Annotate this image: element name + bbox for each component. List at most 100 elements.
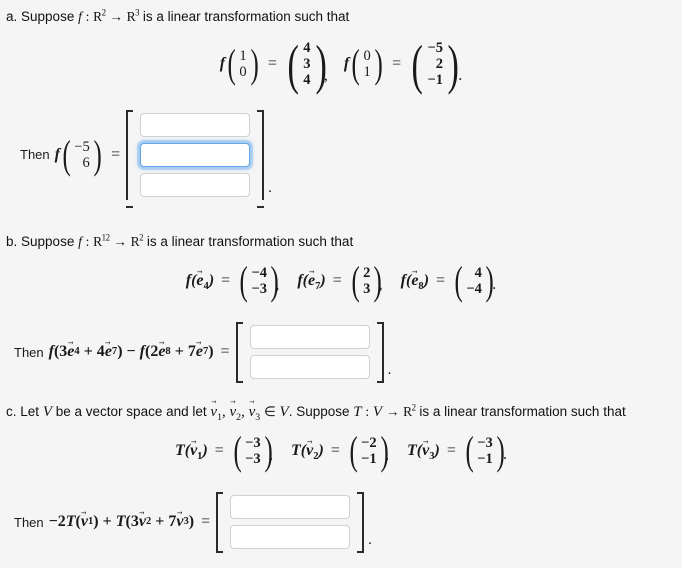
part-c-given-2-fn: T(v2) bbox=[291, 442, 324, 462]
part-c-answer-equals: = bbox=[201, 513, 211, 530]
part-b-answer-equals: = bbox=[220, 343, 230, 360]
part-a-prompt-pre: Suppose bbox=[21, 9, 75, 24]
part-c-given-1-output: ( −3 −3 ) bbox=[233, 428, 273, 473]
part-b-function-name: f bbox=[78, 234, 82, 249]
part-b-prompt-pre: Suppose bbox=[21, 234, 75, 249]
part-c-given-3-output: ( −3 −1 ) bbox=[465, 428, 505, 473]
part-a-given-2-equals: = bbox=[392, 55, 402, 73]
right-bracket bbox=[355, 492, 365, 552]
part-b-given-3: f(e8) = ( 4 −4 ) . bbox=[401, 258, 497, 303]
e-vector-arrow-icon: e bbox=[411, 272, 418, 290]
v-vector-arrow-icon: v bbox=[230, 403, 237, 423]
v-vector-arrow-icon: v bbox=[176, 513, 183, 531]
part-a-answer-trailing: . bbox=[268, 180, 272, 196]
part-c-membership: ∈ bbox=[263, 404, 276, 419]
left-bracket bbox=[216, 492, 225, 552]
part-b-answer-input-2[interactable] bbox=[249, 355, 370, 379]
part-a-answer-expression: f ( −5 6 ) bbox=[55, 131, 104, 177]
part-b-given-1-fn: f(e4) bbox=[186, 272, 214, 292]
part-b-answer-row: Then f(3e4 + 4e7) − f(2e8 + 7e7) = . bbox=[14, 322, 391, 382]
part-b-given-1: f(e4) = ( −4 −3 ) , bbox=[186, 261, 282, 301]
part-c-answer-trailing: . bbox=[368, 532, 372, 548]
part-b-given-3-output: ( 4 −4 ) bbox=[454, 258, 494, 303]
part-c-answer-input-2[interactable] bbox=[230, 525, 351, 549]
part-b-answer-boxes bbox=[245, 322, 375, 382]
part-c-answer-boxes bbox=[225, 492, 355, 552]
part-c-prompt-text-2: be a vector space and let bbox=[55, 404, 207, 419]
part-a-answer-boxes bbox=[135, 110, 255, 200]
part-c-codomain: R2 bbox=[403, 402, 416, 419]
part-b-answer-input-1[interactable] bbox=[249, 325, 370, 349]
part-a-answer-input-3[interactable] bbox=[140, 173, 251, 197]
part-a-prompt-post: is a linear transformation such that bbox=[142, 9, 350, 24]
part-c-given-1-fn: T(v1) bbox=[175, 442, 208, 462]
part-a-answer-input-1[interactable] bbox=[140, 113, 251, 137]
part-c-label: c. bbox=[6, 404, 17, 419]
part-c-answer-input-1[interactable] bbox=[230, 495, 351, 519]
part-a-answer-input: ( −5 6 ) bbox=[62, 131, 102, 177]
part-b-answer-trailing: . bbox=[387, 362, 392, 378]
part-b-codomain: R2 bbox=[130, 232, 144, 249]
part-a-given-2: f ( 0 1 ) = ( −5 2 −1) . bbox=[344, 37, 463, 92]
part-b-domain: R12 bbox=[93, 232, 110, 249]
part-a-answer-matrix bbox=[126, 110, 265, 200]
part-a-given-1-equals: = bbox=[267, 55, 277, 73]
part-b-prompt-post: is a linear transformation such that bbox=[146, 234, 354, 249]
part-a-answer-input-2[interactable] bbox=[140, 143, 251, 167]
part-a-colon: : bbox=[85, 9, 90, 24]
part-a-answer-row: Then f ( −5 6 ) = . bbox=[20, 110, 272, 200]
v-vector-arrow-icon: v bbox=[190, 442, 197, 460]
part-a-answer-equals: = bbox=[111, 145, 121, 163]
part-a-givens: f ( 1 0 ) = ( 4 3 4 ) , f (0 1) = (−5… bbox=[0, 33, 682, 95]
part-c-answer-label: Then −2T(v1) + T(3v2 + 7v3) = bbox=[14, 513, 216, 531]
part-c-given-3: T(v3) = ( −3 −1 ) . bbox=[407, 428, 507, 473]
part-c-space-symbol: V bbox=[42, 404, 52, 420]
part-c-then-word: Then bbox=[14, 514, 44, 530]
part-b-given-2: f(e7) = ( 2 3 ) , bbox=[297, 258, 384, 303]
right-bracket bbox=[375, 322, 384, 382]
part-b-prompt: b. Suppose f : R12 → R2 is a linear tran… bbox=[6, 233, 353, 251]
part-c-space-symbol-2: V bbox=[279, 404, 289, 420]
part-a-answer-label: Then f ( −5 6 ) = bbox=[20, 131, 126, 177]
part-b-answer-matrix bbox=[235, 322, 384, 382]
part-c-given-3-fn: T(v3) bbox=[407, 442, 440, 462]
part-b-answer-expression: f(3e4 + 4e7) − f(2e8 + 7e7) bbox=[49, 343, 214, 361]
part-b-given-2-output: ( 2 3 ) bbox=[351, 258, 383, 303]
part-b-answer-label: Then f(3e4 + 4e7) − f(2e8 + 7e7) = bbox=[14, 343, 236, 361]
part-b-givens: f(e4) = ( −4 −3 ) , f(e7) = ( bbox=[0, 258, 682, 303]
part-c-domain: V bbox=[372, 404, 383, 420]
part-a-given-1: f ( 1 0 ) = ( 4 3 4 ) , bbox=[220, 33, 330, 95]
part-c-prompt: c. Let V be a vector space and let v1, v… bbox=[6, 403, 626, 423]
part-a-prompt: a. Suppose f : R2 → R3 is a linear trans… bbox=[6, 8, 349, 26]
v-vector-arrow-icon: v bbox=[422, 442, 429, 460]
part-c-colon: : bbox=[365, 404, 370, 419]
part-c-givens: T(v1) = ( −3 −3 ) , T(v2) = ( bbox=[0, 428, 682, 473]
part-b-given-2-fn: f(e7) bbox=[297, 272, 325, 292]
v-vector-arrow-icon: v bbox=[210, 403, 217, 423]
part-c-vector-list: v1, v2, v3 bbox=[210, 403, 260, 423]
e-vector-arrow-icon: e bbox=[196, 343, 203, 361]
part-a-label: a. bbox=[6, 9, 18, 24]
part-a-given-1-output: ( 4 3 4 ) bbox=[287, 33, 327, 95]
e-vector-arrow-icon: e bbox=[105, 343, 112, 361]
part-c-answer-expression: −2T(v1) + T(3v2 + 7v3) bbox=[49, 513, 194, 531]
part-c-given-2: T(v2) = ( −2 −1 ) , bbox=[291, 428, 391, 473]
e-vector-arrow-icon: e bbox=[67, 343, 74, 361]
part-a-given-2-sep: . bbox=[458, 66, 463, 84]
part-b-given-3-fn: f(e8) bbox=[401, 272, 429, 292]
part-b-colon: : bbox=[85, 234, 90, 249]
e-vector-arrow-icon: e bbox=[308, 272, 315, 290]
v-vector-arrow-icon: v bbox=[139, 513, 146, 531]
part-a-domain: R2 bbox=[93, 7, 106, 24]
part-b-label: b. bbox=[6, 234, 18, 249]
part-c-prompt-text-1: Let bbox=[20, 404, 40, 419]
v-vector-arrow-icon: v bbox=[81, 513, 88, 531]
part-c-transform-name: T bbox=[353, 404, 362, 420]
v-vector-arrow-icon: v bbox=[306, 442, 313, 460]
e-vector-arrow-icon: e bbox=[158, 343, 165, 361]
part-c-answer-row: Then −2T(v1) + T(3v2 + 7v3) = . bbox=[14, 492, 372, 552]
part-c-prompt-post: is a linear transformation such that bbox=[419, 404, 626, 419]
part-a-arrow: → bbox=[109, 9, 123, 24]
part-c-given-2-output: ( −2 −1 ) bbox=[349, 428, 389, 473]
part-c-arrow: → bbox=[385, 404, 400, 419]
